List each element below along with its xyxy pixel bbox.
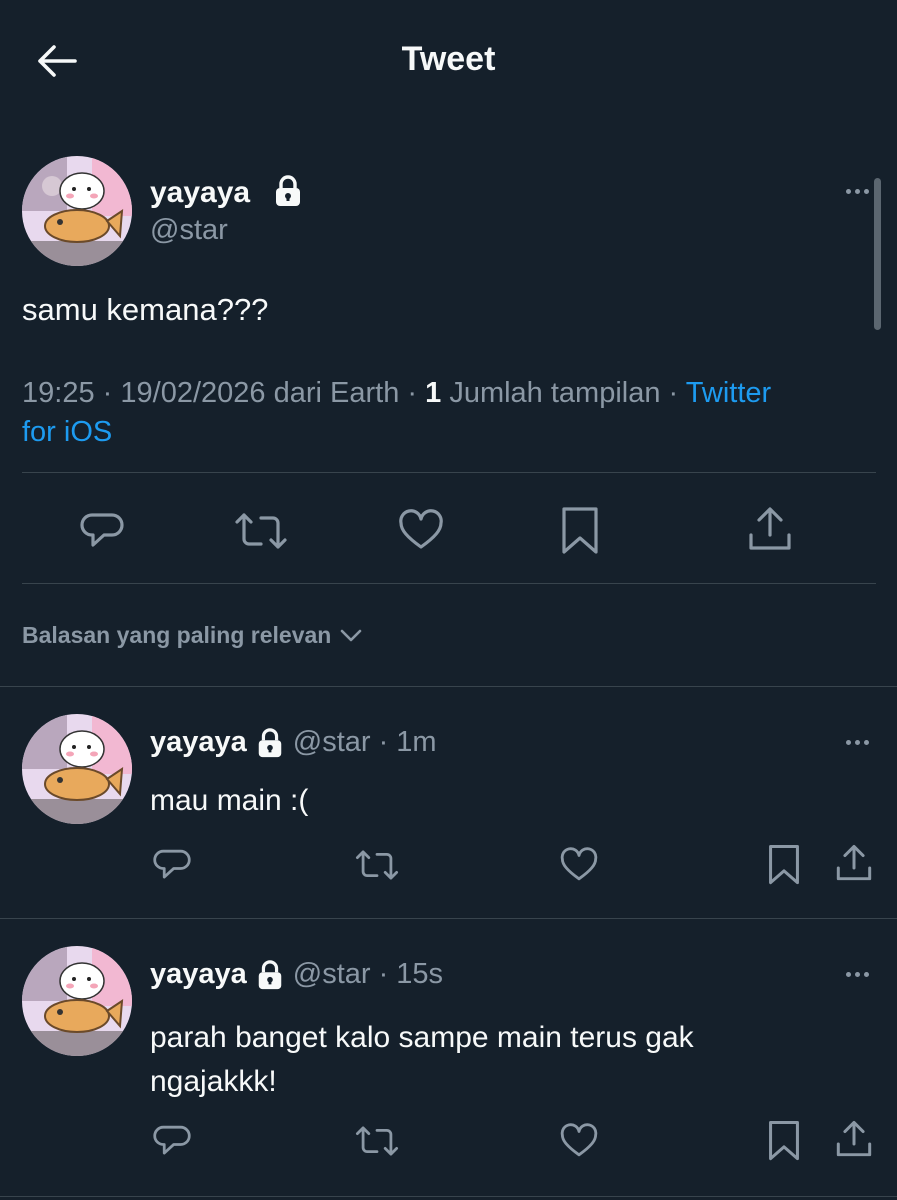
avatar-image	[22, 946, 132, 1056]
share-button[interactable]	[835, 1119, 873, 1159]
bookmark-button[interactable]	[767, 844, 801, 886]
lock-icon	[258, 959, 282, 989]
reply-author-name[interactable]: yayaya	[150, 726, 247, 759]
replies-sort-toggle[interactable]: Balasan yang paling relevan	[22, 622, 363, 649]
chevron-down-icon	[341, 629, 362, 641]
reply-header: yayaya @star · 1m	[150, 726, 437, 759]
bookmark-icon	[769, 845, 799, 885]
tweet-time: 19:25	[22, 377, 95, 409]
reply-icon	[153, 1125, 191, 1155]
author-name[interactable]: yayaya	[150, 176, 250, 210]
tweet-location: dari Earth	[273, 377, 400, 409]
like-button[interactable]	[559, 1123, 599, 1160]
reply-author-name[interactable]: yayaya	[150, 958, 247, 991]
avatar[interactable]	[22, 714, 132, 824]
share-button[interactable]	[747, 505, 793, 553]
like-icon	[560, 1123, 598, 1157]
reply-time[interactable]: 15s	[396, 958, 443, 991]
retweet-button[interactable]	[354, 847, 400, 883]
avatar-image	[22, 156, 132, 266]
reply-button[interactable]	[152, 846, 192, 884]
share-icon	[749, 507, 791, 550]
divider	[0, 1196, 897, 1197]
bookmark-icon	[562, 507, 598, 554]
bookmark-icon	[769, 1121, 799, 1161]
lock-icon	[258, 727, 282, 757]
divider	[22, 583, 876, 584]
more-icon[interactable]	[846, 972, 869, 977]
retweet-icon	[355, 1126, 399, 1156]
reply-icon	[153, 849, 191, 879]
replies-sort-label: Balasan yang paling relevan	[22, 622, 332, 648]
reply-button[interactable]	[79, 509, 125, 553]
tweet-meta: 19:25 · 19/02/2026 dari Earth · 1 Jumlah…	[22, 377, 772, 448]
share-icon	[836, 844, 872, 881]
avatar-image	[22, 714, 132, 824]
retweet-button[interactable]	[354, 1123, 400, 1159]
scrollbar[interactable]	[874, 178, 881, 330]
reply-time[interactable]: 1m	[396, 726, 436, 759]
bookmark-button[interactable]	[767, 1120, 801, 1162]
reply-button[interactable]	[152, 1122, 192, 1160]
divider	[22, 472, 876, 473]
reply-header: yayaya @star · 15s	[150, 958, 444, 991]
reply-icon	[80, 513, 124, 547]
bookmark-button[interactable]	[560, 506, 600, 556]
like-icon	[399, 509, 443, 549]
reply-handle[interactable]: @star	[293, 958, 371, 991]
reply-text: parah banget kalo sampe main terus gak n…	[150, 1021, 694, 1098]
like-icon	[560, 847, 598, 881]
like-button[interactable]	[559, 847, 599, 884]
tweet-date: 19/02/2026	[120, 377, 266, 409]
retweet-icon	[355, 850, 399, 880]
views-label: Jumlah tampilan	[449, 377, 661, 409]
views-count: 1	[425, 377, 442, 409]
page-title: Tweet	[401, 40, 496, 78]
reply-text: mau main :(	[150, 784, 309, 817]
share-icon	[836, 1120, 872, 1157]
lock-icon	[272, 174, 304, 208]
like-button[interactable]	[397, 509, 445, 553]
avatar[interactable]	[22, 156, 132, 266]
more-icon[interactable]	[846, 189, 869, 194]
author-handle[interactable]: @star	[150, 214, 228, 247]
tweet-text: samu kemana???	[22, 292, 269, 327]
divider	[0, 686, 897, 687]
reply-handle[interactable]: @star	[293, 726, 371, 759]
retweet-button[interactable]	[233, 509, 289, 553]
retweet-icon	[235, 513, 287, 549]
divider	[0, 918, 897, 919]
avatar[interactable]	[22, 946, 132, 1056]
more-icon[interactable]	[846, 740, 869, 745]
share-button[interactable]	[835, 843, 873, 883]
